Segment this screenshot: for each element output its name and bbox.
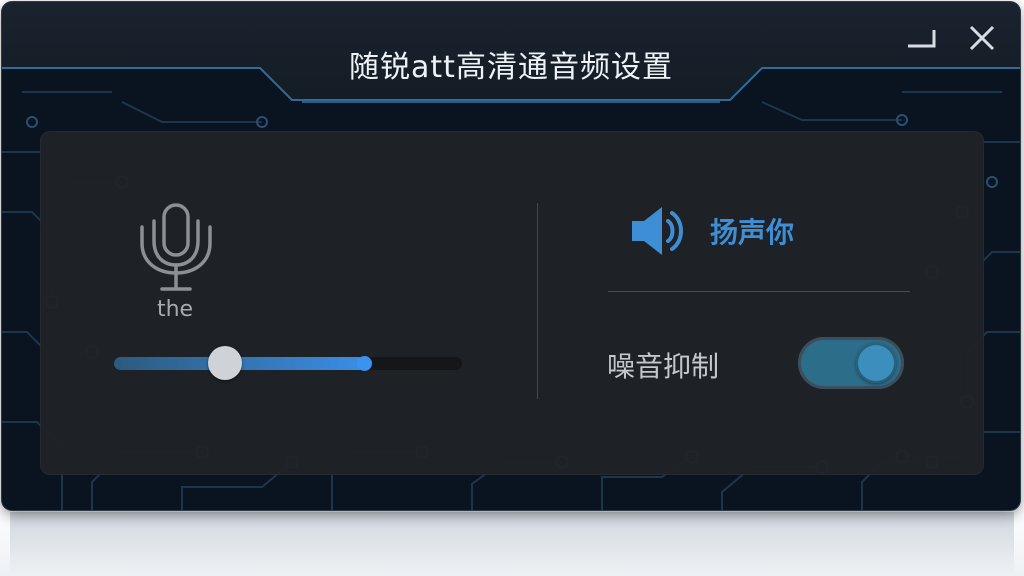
speaker-icon <box>632 207 683 255</box>
window-reflection <box>10 512 1014 576</box>
speaker-label: 扬声你 <box>710 216 795 249</box>
window-title: 随锐att高清通音频设置 <box>349 50 673 85</box>
microphone-icon <box>140 203 212 291</box>
toggle-knob <box>856 343 896 383</box>
settings-panel: the 扬声你 噪音抑制 <box>40 131 984 475</box>
minimize-icon <box>908 30 936 48</box>
screen: 随锐att高清通音频设置 the 扬声你 噪音抑制 <box>0 0 1024 576</box>
noise-suppression-label: 噪音抑制 <box>607 350 720 383</box>
audio-settings-window: 随锐att高清通音频设置 the 扬声你 噪音抑制 <box>2 2 1020 510</box>
close-button[interactable] <box>964 22 1000 56</box>
noise-suppression-toggle[interactable] <box>798 337 904 389</box>
microphone-label: the <box>156 297 194 322</box>
slider-thumb[interactable] <box>208 346 242 380</box>
close-icon <box>969 25 995 51</box>
minimize-button[interactable] <box>904 22 940 56</box>
speaker-divider <box>608 291 910 292</box>
slider-fill-end <box>357 356 372 371</box>
microphone-volume-slider[interactable] <box>114 346 464 380</box>
section-divider <box>537 203 538 399</box>
title-bar: 随锐att高清通音频设置 <box>2 2 1020 102</box>
